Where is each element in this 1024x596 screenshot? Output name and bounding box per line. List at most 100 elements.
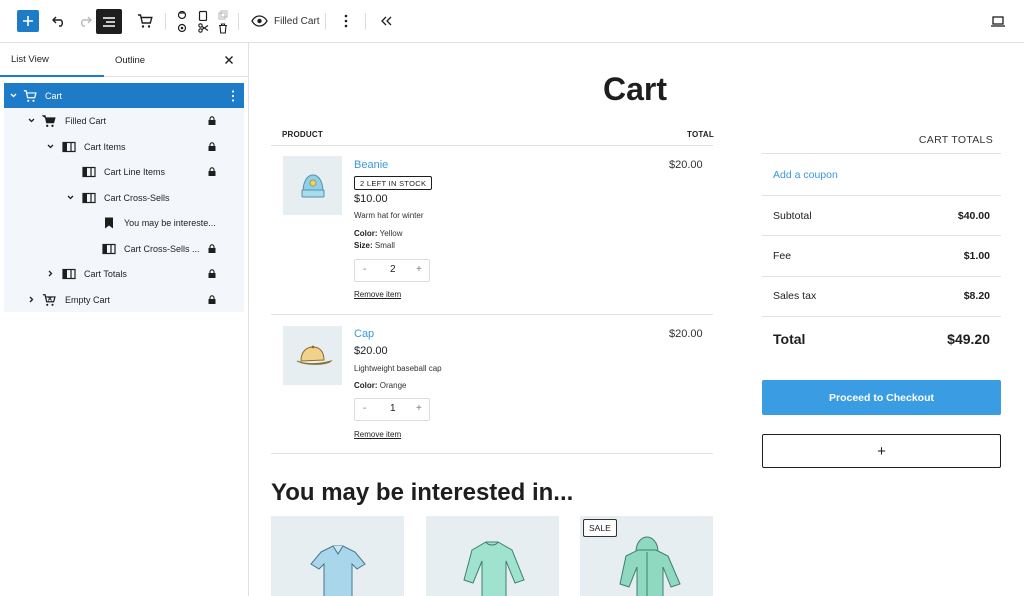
sidebar-tabs: List View Outline <box>0 43 248 77</box>
page-title[interactable]: Cart <box>585 71 685 108</box>
tree-item-cart-items[interactable]: Cart Items <box>4 134 244 159</box>
cart-block-button[interactable] <box>136 11 154 31</box>
tree-item-empty-cart[interactable]: Empty Cart <box>4 287 244 312</box>
product-image-beanie[interactable] <box>283 156 342 215</box>
quantity-input[interactable]: 1 <box>390 403 396 414</box>
cross-sell-product-long-sleeve[interactable] <box>426 516 559 596</box>
attribute-key: Color: <box>354 381 378 390</box>
quantity-stepper: - 1 + <box>354 398 430 421</box>
editor-toolbar: Filled Cart <box>0 0 1024 43</box>
decrease-quantity-button[interactable]: - <box>363 264 366 275</box>
add-block-appender[interactable]: + <box>762 434 1001 468</box>
divider <box>762 316 1001 317</box>
undo-button[interactable] <box>50 11 68 31</box>
list-view-toggle[interactable] <box>96 9 122 34</box>
plus-icon: + <box>877 442 886 460</box>
device-preview-button[interactable] <box>990 13 1006 29</box>
product-name-link[interactable]: Cap <box>354 328 374 340</box>
chevrons-left-icon <box>381 16 392 26</box>
list-view-icon <box>103 16 115 27</box>
cross-sell-product-hoodie[interactable]: SALE <box>580 516 713 596</box>
product-name-link[interactable]: Beanie <box>354 159 388 171</box>
fee-row: Fee $1.00 <box>773 250 990 262</box>
tree-item-filled-cart[interactable]: Filled Cart <box>4 108 244 133</box>
paste-styles-icon <box>177 23 187 33</box>
kebab-menu-icon[interactable] <box>230 89 236 102</box>
proceed-to-checkout-button[interactable]: Proceed to Checkout <box>762 380 1001 415</box>
tree-item-heading[interactable]: You may be intereste... <box>4 210 244 235</box>
tab-list-view[interactable]: List View <box>0 43 104 77</box>
chevron-right-icon[interactable] <box>27 295 36 304</box>
toolbar-separator <box>238 13 239 30</box>
collapse-toolbar-button[interactable] <box>378 11 394 31</box>
quantity-stepper: - 2 + <box>354 259 430 282</box>
list-view-sidebar: List View Outline Cart Filled Cart Cart … <box>0 43 249 596</box>
tree-item-label: Cart Cross-Sells ... <box>124 243 200 254</box>
tab-outline[interactable]: Outline <box>104 43 156 77</box>
paste-styles-button[interactable] <box>176 22 188 34</box>
line-total: $20.00 <box>669 159 703 171</box>
total-value: $49.20 <box>947 331 990 347</box>
document-view-label: Filled Cart <box>274 15 320 27</box>
product-description: Lightweight baseball cap <box>354 364 442 373</box>
line-total: $20.00 <box>669 328 703 340</box>
low-stock-badge: 2 LEFT IN STOCK <box>354 176 433 190</box>
lock-icon <box>208 142 216 151</box>
bookmark-icon <box>105 217 113 228</box>
tree-item-cart[interactable]: Cart <box>4 83 244 108</box>
cross-sells-heading[interactable]: You may be interested in... <box>271 479 573 507</box>
remove-item-link[interactable]: Remove item <box>354 290 401 299</box>
cut-button[interactable] <box>197 22 209 34</box>
sale-badge: SALE <box>583 519 617 537</box>
lock-icon <box>208 244 216 253</box>
remove-item-link[interactable]: Remove item <box>354 430 401 439</box>
lock-icon <box>208 167 216 176</box>
columns-icon <box>82 166 96 177</box>
chevron-right-icon[interactable] <box>46 269 55 278</box>
copy-button[interactable] <box>176 9 188 21</box>
sales-tax-row: Sales tax $8.20 <box>773 290 990 302</box>
delete-button[interactable] <box>217 22 229 34</box>
more-options-button[interactable] <box>339 11 353 31</box>
chevron-down-icon[interactable] <box>46 142 55 151</box>
clipboard-button[interactable] <box>197 9 209 21</box>
toolbar-separator <box>365 13 366 30</box>
long-sleeve-shirt-image <box>463 541 525 596</box>
close-sidebar-button[interactable] <box>222 53 236 67</box>
tree-item-cart-cross-sells[interactable]: Cart Cross-Sells <box>4 185 244 210</box>
tree-item-label: Cart Cross-Sells <box>104 192 170 203</box>
editor-canvas: Cart PRODUCT TOTAL Beanie 2 LEFT IN STOC… <box>249 43 1024 596</box>
decrease-quantity-button[interactable]: - <box>363 403 366 414</box>
product-attribute: Size: Small <box>354 241 395 250</box>
scissors-icon <box>197 23 208 33</box>
chevron-down-icon[interactable] <box>66 193 75 202</box>
undo-icon <box>52 16 63 27</box>
attribute-value: Small <box>374 241 395 250</box>
tree-item-cart-totals[interactable]: Cart Totals <box>4 261 244 286</box>
cart-totals-heading: CART TOTALS <box>762 128 1001 154</box>
duplicate-button[interactable] <box>217 9 229 21</box>
chevron-down-icon[interactable] <box>9 91 18 100</box>
redo-icon <box>81 16 92 27</box>
increase-quantity-button[interactable]: + <box>416 403 422 414</box>
divider <box>762 235 1001 236</box>
document-view-button[interactable]: Filled Cart <box>251 11 320 31</box>
total-label: Total <box>773 331 806 347</box>
quantity-input[interactable]: 2 <box>390 264 396 275</box>
increase-quantity-button[interactable]: + <box>416 264 422 275</box>
lock-icon <box>208 295 216 304</box>
tree-item-cart-cross-sells-products[interactable]: Cart Cross-Sells ... <box>4 236 244 261</box>
add-block-button[interactable] <box>17 10 39 32</box>
product-description: Warm hat for winter <box>354 211 424 220</box>
cross-sell-product-polo[interactable] <box>271 516 404 596</box>
lock-icon <box>208 116 216 125</box>
tree-item-cart-line-items[interactable]: Cart Line Items <box>4 159 244 184</box>
product-image-cap[interactable] <box>283 326 342 385</box>
redo-button[interactable] <box>76 11 94 31</box>
attribute-value: Yellow <box>379 229 403 238</box>
add-coupon-link[interactable]: Add a coupon <box>773 169 838 181</box>
sales-tax-value: $8.20 <box>963 290 990 302</box>
polo-shirt-image <box>310 545 366 596</box>
chevron-down-icon[interactable] <box>27 116 36 125</box>
eye-icon <box>251 15 268 27</box>
